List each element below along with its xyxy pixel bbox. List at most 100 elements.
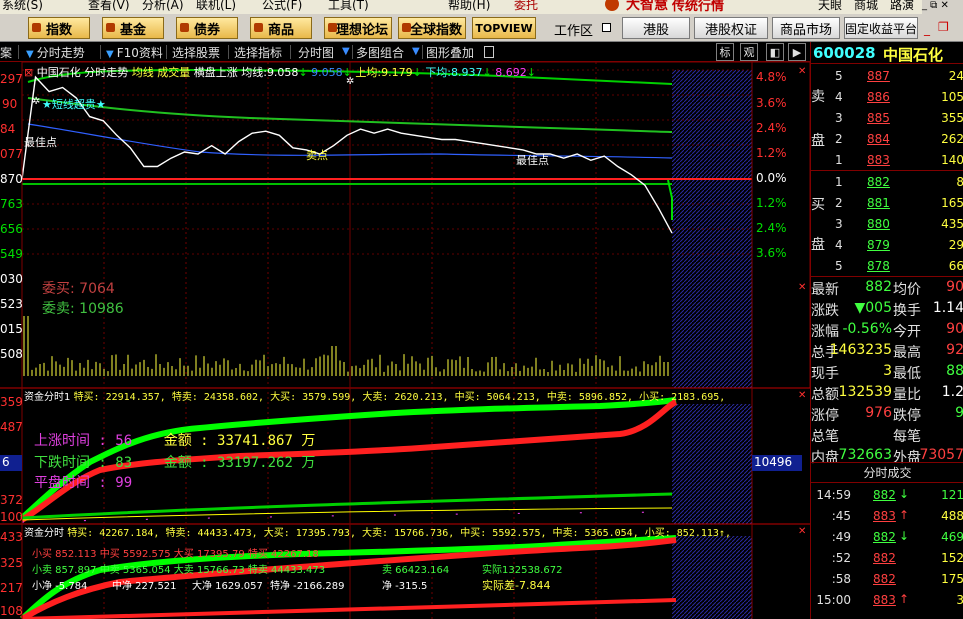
menu-view[interactable]: 查看(V) [88,0,130,13]
bid-order-label: 委买: 7064 [42,278,115,298]
quote-value: 882 [865,279,892,295]
menu-tianyan[interactable]: 天眼 [818,0,842,13]
dropdown-arrow-icon[interactable]: ▼ [412,46,420,57]
hk-stock-button[interactable]: 港股 [622,17,690,39]
close-panel-icon[interactable]: ✕ [798,390,806,401]
mark-button[interactable]: 标 [716,43,734,61]
up-arrow-icon: ↑ [899,508,910,522]
tab-multi-chart[interactable]: 多图组合 [356,44,404,61]
fund2-net-line [21,598,677,619]
restore-icon[interactable]: ❐ [938,20,949,34]
hk-warrant-label: 港股权证 [704,22,757,38]
order-level: 3 [835,217,843,231]
view-button[interactable]: 观 [740,43,758,61]
lock-icon[interactable] [484,46,494,58]
up-avg-value: 9.179 [381,66,413,79]
tab-prefix[interactable]: 案 [0,44,12,61]
fund2-large-net: 大净 1629.057 [192,581,263,592]
tab-intraday[interactable]: ▼ 分时走势 [26,44,85,61]
order-level: 5 [835,259,843,273]
pct-tick: 2.4% [756,121,787,135]
commodity-market-button[interactable]: 商品市场 [772,17,840,39]
quote-label: 涨停 [811,408,839,424]
menu-formula[interactable]: 公式(F) [262,0,302,13]
orderbook-row: 3 880 435 [811,214,963,235]
quote-row: 涨跌 ▼005 换手 1.14 [811,299,963,320]
hk-warrant-button[interactable]: 港股权证 [694,17,768,39]
expand-right-icon[interactable]: ▶ [788,43,806,61]
minimize-icon[interactable]: _ [924,22,930,36]
tab-intraday-chart[interactable]: 分时图 [298,44,334,61]
quote-row: 现手 3 最低 88 [811,362,963,383]
flat-time-row: 平盘时间 : 99 [34,472,132,492]
chart-header: ⊠ 中国石化 分时走势 均线 成交量 横盘上涨 均线:9.058↓ 9.058↓… [24,66,536,79]
down-time-row: 下跌时间 : 83 金额 : 33197.262 万 [34,452,315,472]
buy-side-label: 买 [811,197,825,213]
orderbook-row: 3 885 355 [811,108,963,129]
tick-price: 882 [873,551,896,565]
index-button[interactable]: 指数 [28,17,90,39]
fund2-tick: 217 [0,581,23,595]
bond-button[interactable]: 债券 [176,17,238,39]
close-panel-icon[interactable]: ✕ [798,526,806,537]
ask-label: 委卖: [42,301,75,317]
close-chart-icon[interactable]: ⊠ [24,66,33,79]
tick-row: 14:59 882 ↓ 121 [811,486,963,507]
orderbook-row: 2 881 165 [811,193,963,214]
chart-vol-flag: 成交量 [157,66,191,79]
close-panel-icon[interactable]: ✕ [798,282,806,293]
menu-mall[interactable]: 商城 [854,0,878,13]
fund-button[interactable]: 基金 [102,17,164,39]
forum-button[interactable]: 理想论坛 [324,17,392,39]
quote-row: 最新 882 均价 90 [811,278,963,299]
last-value: 8.692 [495,66,527,79]
fund2-buy-summary: 小买 852.113 中买 5592.575 大买 17395.79 特买 42… [32,549,319,560]
topview-button[interactable]: TOPVIEW [472,17,536,39]
menu-tools[interactable]: 工具(T) [328,0,369,13]
fund-panel2-items: 特买: 42267.184, 特卖: 44433.473, 大买: 17395.… [67,528,731,539]
tick-volume: 488 [941,509,963,523]
short-term-annotation: ★短线超贵★ [42,98,106,111]
fund-panel1-badge-right: 10496 [752,455,802,471]
fund2-small-net: 小净 -5.784 [32,581,88,592]
stock-code: 600028 [813,44,876,62]
tick-time: 14:59 [816,488,851,502]
fund-button-label: 基金 [119,22,146,38]
divider [811,482,963,483]
tab-select-indicator[interactable]: 选择指标 [234,44,282,61]
global-index-button[interactable]: 全球指数 [398,17,466,39]
tick-price: 882 [873,572,896,586]
tick-row: :52 882 152 [811,549,963,570]
menu-online[interactable]: 联机(L) [196,0,236,13]
quote-label: 总额 [811,387,839,403]
order-level: 2 [835,196,843,210]
orderbook-row: 5 878 66 [811,256,963,277]
toggle-panel-icon[interactable]: ◧ [766,43,784,61]
menu-system[interactable]: 系统(S) [2,0,43,13]
menu-help[interactable]: 帮助(H) [448,0,490,13]
order-price: 883 [867,153,890,167]
quote-label: 每笔 [893,429,921,445]
menu-analysis[interactable]: 分析(A) [142,0,184,13]
tab-bar: 案 ▼ 分时走势 ▼ F10资料 选择股票 选择指标 分时图 ▼ 多图组合 ▼ 图形… [0,42,810,62]
order-level: 4 [835,238,843,252]
tab-select-stock[interactable]: 选择股票 [172,44,220,61]
down-avg-value: 8.937 [451,66,483,79]
menu-roadshow[interactable]: 路演 [890,0,914,13]
up-arrow-icon: ↑ [899,592,910,606]
fund-tick: 359 [0,395,23,409]
fund-tick: 487 [0,420,23,434]
workspace-label[interactable]: 工作区 [554,20,593,39]
commodity-button[interactable]: 商品 [250,17,312,39]
fixed-income-button[interactable]: 固定收益平台 [844,17,918,39]
quote-value: 976 [865,405,892,421]
tab-f10[interactable]: ▼ F10资料 [106,44,163,61]
tab-overlay[interactable]: 图形叠加 [426,44,474,61]
fund-tick: 372 [0,493,23,507]
close-panel-icon[interactable]: ✕ [798,66,806,77]
dropdown-arrow-icon[interactable]: ▼ [342,46,350,57]
sell-point-annotation: 卖点 [306,149,328,162]
window-controls[interactable]: _ ⧉ ✕ [922,0,963,14]
workspace-dropdown-icon[interactable] [602,23,611,32]
menu-entrust[interactable]: 委托 [514,0,538,13]
